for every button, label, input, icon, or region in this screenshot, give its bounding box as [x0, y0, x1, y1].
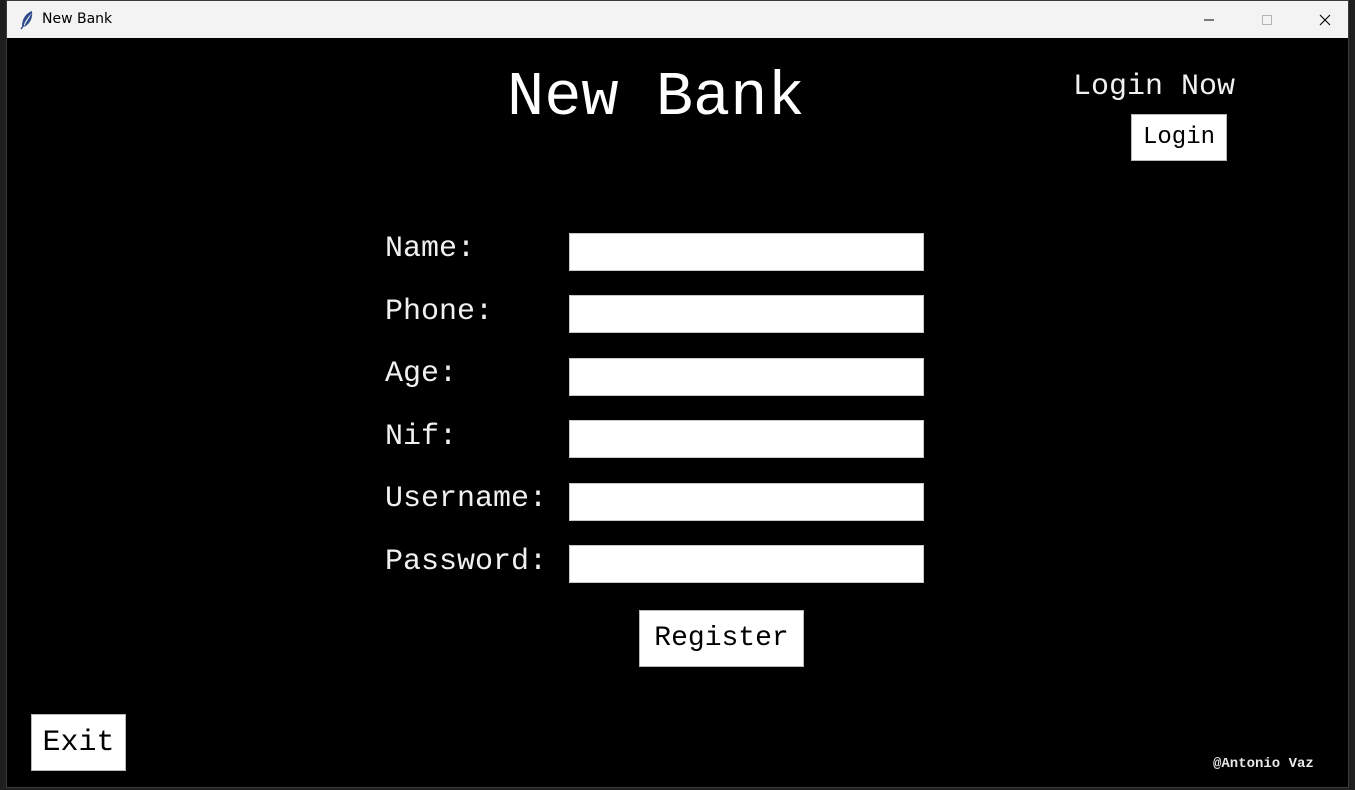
username-field[interactable] [569, 483, 924, 521]
nif-label: Nif: [385, 420, 458, 454]
title-bar[interactable]: New Bank [7, 1, 1348, 38]
login-button[interactable]: Login [1131, 114, 1227, 161]
username-label: Username: [385, 482, 548, 516]
feather-icon [19, 10, 35, 30]
close-button[interactable] [1296, 1, 1348, 38]
phone-field[interactable] [569, 295, 924, 333]
name-field[interactable] [569, 233, 924, 271]
login-prompt: Login Now [1073, 70, 1236, 104]
close-icon [1319, 14, 1331, 26]
name-label: Name: [385, 232, 476, 266]
age-field[interactable] [569, 358, 924, 396]
maximize-icon [1261, 14, 1273, 26]
minimize-icon [1203, 14, 1215, 26]
app-window: New Bank New Bank Login Now Login Name: … [6, 0, 1349, 788]
nif-field[interactable] [569, 420, 924, 458]
app-heading: New Bank [507, 62, 805, 133]
age-label: Age: [385, 357, 458, 391]
register-button[interactable]: Register [639, 610, 804, 667]
phone-label: Phone: [385, 295, 494, 329]
main-content: New Bank Login Now Login Name: Phone: Ag… [7, 38, 1348, 787]
maximize-button[interactable] [1238, 1, 1296, 38]
minimize-button[interactable] [1180, 1, 1238, 38]
window-title: New Bank [42, 11, 113, 27]
author-credit: @Antonio Vaz [1213, 756, 1314, 772]
password-label: Password: [385, 545, 548, 579]
password-field[interactable] [569, 545, 924, 583]
exit-button[interactable]: Exit [31, 714, 126, 771]
